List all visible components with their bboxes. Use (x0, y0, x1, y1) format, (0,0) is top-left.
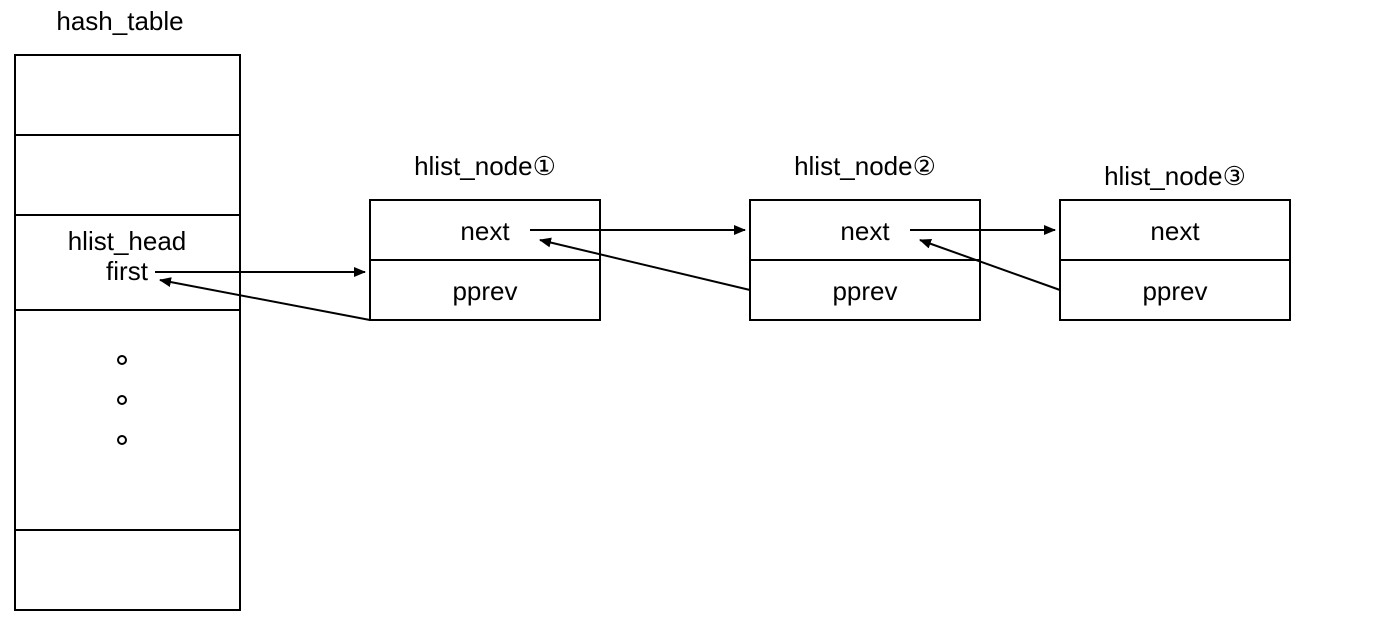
hash-table (15, 55, 240, 610)
hlist-node-1-next: next (460, 216, 510, 246)
ellipsis-dot (118, 396, 126, 404)
hlist-node-2-title: hlist_node② (794, 151, 936, 181)
hlist-node-3-title: hlist_node③ (1104, 161, 1246, 191)
hlist-node-1-title: hlist_node① (414, 151, 556, 181)
ellipsis-dot (118, 436, 126, 444)
hlist-head-label: hlist_head (68, 226, 187, 256)
hlist-node-2-pprev: pprev (832, 276, 897, 306)
arrow-node2-pprev-to-node1-next (540, 240, 750, 290)
arrow-node1-pprev-to-first (160, 280, 370, 320)
hlist-node-3-pprev: pprev (1142, 276, 1207, 306)
hlist-node-2-next: next (840, 216, 890, 246)
hlist-node-3-next: next (1150, 216, 1200, 246)
ellipsis-dot (118, 356, 126, 364)
arrow-node3-pprev-to-node2-next (920, 240, 1060, 290)
hash-table-title: hash_table (56, 6, 183, 36)
hlist-node-1: hlist_node① next pprev (370, 151, 600, 320)
hlist-node-2: hlist_node② next pprev (750, 151, 980, 320)
hlist-head-first-label: first (106, 256, 149, 286)
hlist-node-1-pprev: pprev (452, 276, 517, 306)
hlist-node-3: hlist_node③ next pprev (1060, 161, 1290, 320)
